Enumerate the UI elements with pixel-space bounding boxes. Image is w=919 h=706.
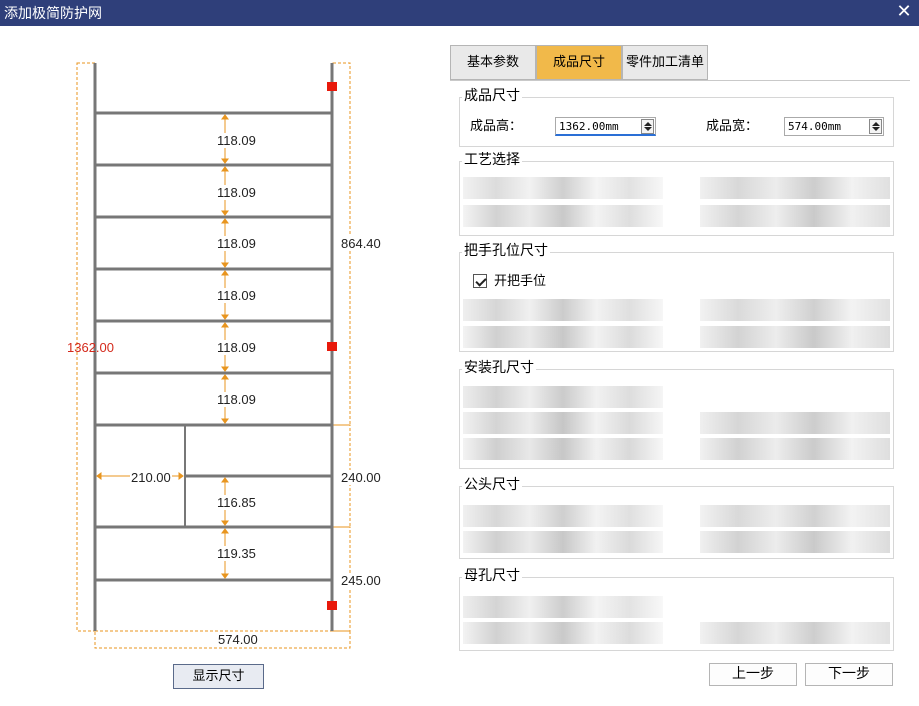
height-value: 1362.00mm [559,120,619,133]
redacted-content [700,205,890,227]
spacing-label: 116.85 [216,495,257,510]
previous-step-button[interactable]: 上一步 [709,663,797,686]
marker-top [327,82,337,91]
right-dimension-label: 864.40 [340,236,382,251]
redacted-content [463,299,663,321]
redacted-content [463,531,663,553]
redacted-content [700,177,890,199]
spacing-label: 118.09 [216,288,257,303]
group-title: 成品尺寸 [462,87,522,105]
tab-divider [450,80,910,81]
tab-finished-size[interactable]: 成品尺寸 [536,45,622,80]
title-bar: 添加极简防护网 ✕ [0,0,919,26]
redacted-content [463,438,663,460]
tab-parts-list[interactable]: 零件加工清单 [622,45,708,80]
width-spin-arrows[interactable] [869,119,882,134]
spacing-label: 118.09 [216,185,257,200]
redacted-content [463,326,663,348]
next-step-button[interactable]: 下一步 [805,663,893,686]
group-title: 安装孔尺寸 [462,359,536,377]
show-dimensions-button[interactable]: 显示尺寸 [173,664,264,689]
group-title: 把手孔位尺寸 [462,242,550,260]
handle-checkbox-label: 开把手位 [494,274,547,289]
spacing-label: 118.09 [216,340,257,355]
width-label: 成品宽： [706,119,759,134]
group-title: 公头尺寸 [462,476,522,494]
total-width-label: 574.00 [217,632,259,647]
width-input[interactable]: 574.00mm [784,117,884,136]
redacted-content [463,386,663,408]
redacted-content [463,505,663,527]
redacted-content [700,326,890,348]
redacted-content [463,622,663,644]
total-height-label: 1362.00 [67,340,114,355]
redacted-content [700,299,890,321]
redacted-content [700,505,890,527]
window-title: 添加极简防护网 [4,6,102,22]
spacing-label: 118.09 [216,392,257,407]
spacing-label: 118.09 [216,133,257,148]
spacing-label: 118.09 [216,236,257,251]
process-group: 工艺选择 [459,151,894,236]
redacted-content [700,622,890,644]
redacted-content [700,531,890,553]
handle-checkbox[interactable] [473,274,487,288]
marker-bottom [327,601,337,610]
right-dimension-label: 245.00 [340,573,382,588]
spacing-arrows [96,114,229,579]
marker-middle [327,342,337,351]
group-title: 工艺选择 [462,151,522,169]
redacted-content [463,596,663,618]
height-spin-arrows[interactable] [641,119,654,134]
drawing-canvas: 118.09 118.09 118.09 118.09 118.09 118.0… [0,26,440,656]
spacing-label: 119.35 [216,546,257,561]
redacted-content [700,412,890,434]
group-title: 母孔尺寸 [462,567,522,585]
female-hole-group: 母孔尺寸 [459,567,894,651]
tab-basic-params[interactable]: 基本参数 [450,45,536,80]
finished-size-group: 成品尺寸 成品高： 1362.00mm 成品宽： 574.00mm [459,87,894,147]
redacted-content [463,177,663,199]
install-hole-group: 安装孔尺寸 [459,359,894,469]
redacted-content [700,438,890,460]
width-value: 574.00mm [788,120,841,133]
right-dimension-label: 240.00 [340,470,382,485]
male-size-group: 公头尺寸 [459,476,894,559]
inner-width-label: 210.00 [130,470,172,485]
close-icon[interactable]: ✕ [895,1,913,23]
height-input[interactable]: 1362.00mm [555,117,656,136]
height-label: 成品高： [470,119,523,134]
redacted-content [463,412,663,434]
handle-group: 把手孔位尺寸 开把手位 [459,242,894,352]
redacted-content [463,205,663,227]
